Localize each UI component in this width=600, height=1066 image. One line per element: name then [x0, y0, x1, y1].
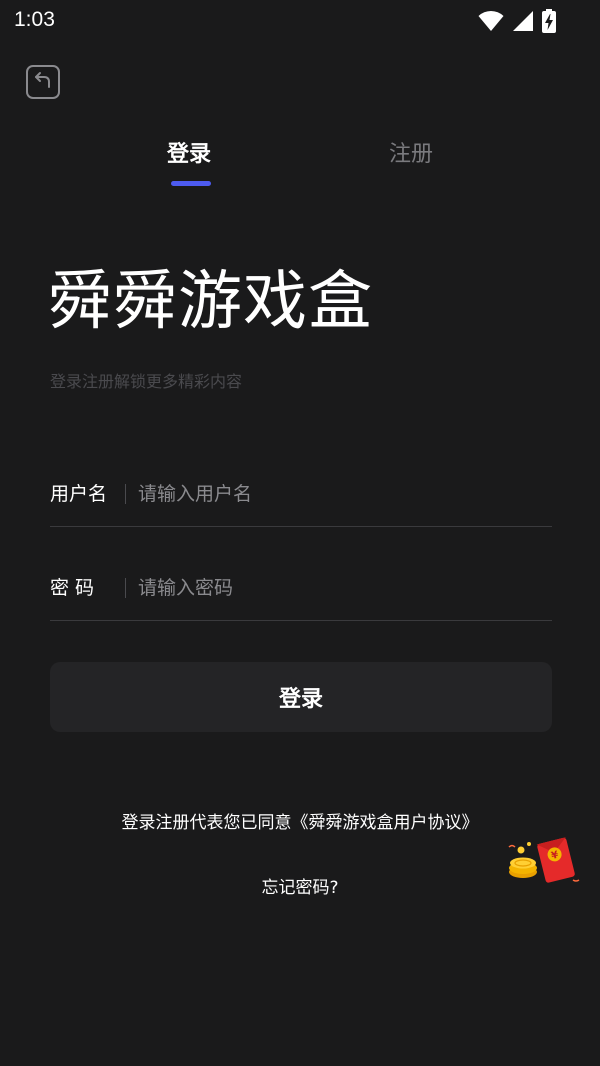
- tab-login[interactable]: 登录: [167, 140, 211, 170]
- status-icons: [478, 9, 556, 33]
- active-tab-indicator: [171, 181, 211, 186]
- red-packet-icon[interactable]: ¥: [505, 832, 583, 890]
- status-bar: 1:03: [0, 0, 600, 42]
- field-divider: [125, 578, 126, 598]
- back-button[interactable]: [26, 65, 60, 99]
- password-field: 密 码: [50, 560, 552, 621]
- username-input[interactable]: [138, 476, 538, 512]
- wifi-icon: [478, 10, 504, 32]
- cell-signal-icon: [512, 10, 534, 32]
- status-time: 1:03: [14, 8, 55, 31]
- battery-charging-icon: [542, 9, 556, 33]
- login-button[interactable]: 登录: [50, 662, 552, 732]
- tab-register[interactable]: 注册: [389, 140, 433, 170]
- app-title: 舜舜游戏盒: [48, 265, 373, 339]
- field-divider: [125, 484, 126, 504]
- username-field: 用户名: [50, 466, 552, 527]
- password-input[interactable]: [138, 570, 538, 606]
- password-label: 密 码: [50, 577, 95, 599]
- back-arrow-icon: [33, 70, 53, 94]
- username-label: 用户名: [50, 483, 108, 505]
- app-subtitle: 登录注册解锁更多精彩内容: [50, 372, 243, 391]
